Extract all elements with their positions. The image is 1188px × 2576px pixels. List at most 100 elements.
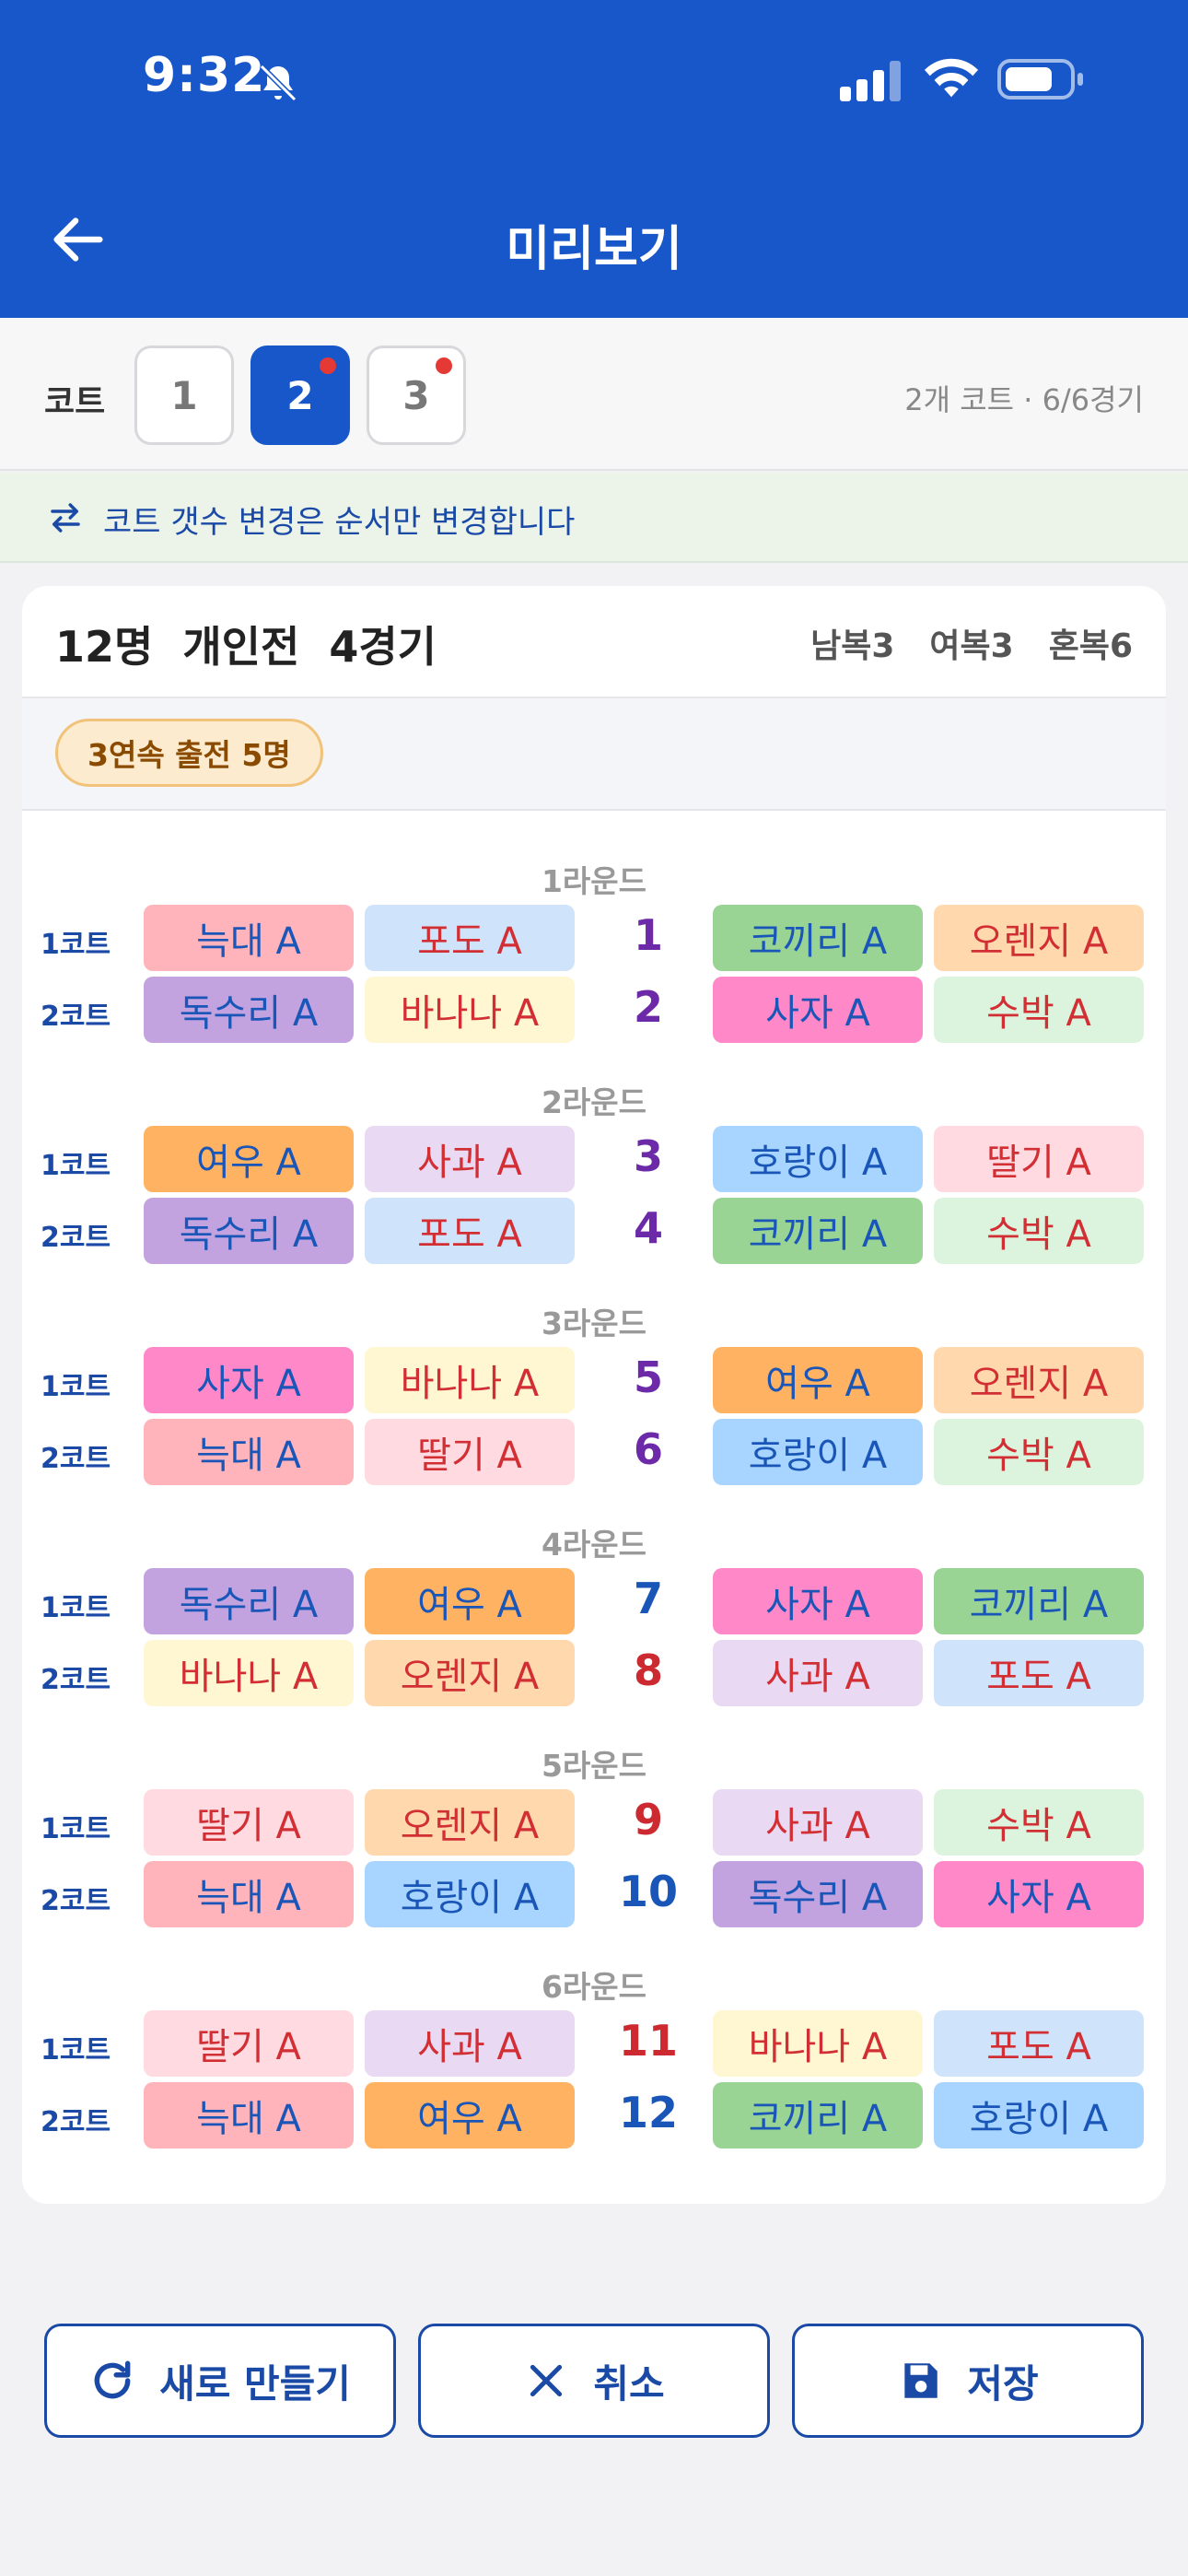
player-chip[interactable]: 수박 A (934, 1419, 1144, 1485)
player-chip[interactable]: 여우 A (713, 1347, 923, 1413)
match-court-label: 2코트 (41, 1664, 111, 1696)
player-chip[interactable]: 독수리 A (713, 1861, 923, 1927)
player-chip[interactable]: 사과 A (365, 1126, 575, 1192)
player-chip[interactable]: 여우 A (365, 1568, 575, 1634)
match-court-label: 1코트 (41, 2034, 111, 2067)
court-button-3[interactable]: 3 (367, 345, 466, 445)
regenerate-button[interactable]: 새로 만들기 (44, 2324, 396, 2438)
game-number: 10 (618, 1867, 678, 1916)
cancel-button[interactable]: 취소 (418, 2324, 770, 2438)
player-chip[interactable]: 호랑이 A (713, 1419, 923, 1485)
player-chip[interactable]: 늑대 A (144, 905, 354, 971)
player-chip[interactable]: 사자 A (144, 1347, 354, 1413)
refresh-icon (94, 2360, 131, 2399)
player-chip[interactable]: 사과 A (365, 2010, 575, 2077)
player-chip[interactable]: 사자 A (713, 977, 923, 1043)
player-chip[interactable]: 바나나 A (365, 977, 575, 1043)
player-chip[interactable]: 딸기 A (144, 1789, 354, 1856)
badge-row: 3연속 출전 5명 (22, 697, 1166, 811)
player-chip[interactable]: 호랑이 A (365, 1861, 575, 1927)
game-number: 8 (633, 1645, 663, 1695)
status-time: 9:32 (143, 48, 266, 103)
game-number: 7 (633, 1574, 663, 1623)
player-chip[interactable]: 독수리 A (144, 1568, 354, 1634)
player-chip[interactable]: 포도 A (934, 2010, 1144, 2077)
app-header: 9:32 미리보기 (0, 0, 1188, 318)
player-chip[interactable]: 수박 A (934, 1789, 1144, 1856)
swap-icon (51, 503, 80, 533)
round-title: 3라운드 (541, 1306, 647, 1341)
signal-icon (840, 61, 901, 101)
stat-mixed-doubles: 혼복6 (1048, 627, 1133, 665)
player-chip[interactable]: 코끼리 A (713, 2082, 923, 2149)
game-number: 5 (633, 1352, 663, 1402)
player-chip[interactable]: 오렌지 A (934, 905, 1144, 971)
court-label: 코트 (44, 383, 106, 421)
match-court-label: 2코트 (41, 2106, 111, 2138)
round-title: 5라운드 (541, 1748, 647, 1784)
regenerate-label: 새로 만들기 (159, 2360, 351, 2406)
game-number: 3 (633, 1131, 663, 1181)
stat-men-doubles: 남복3 (810, 627, 895, 665)
preview-card: 12명 개인전 4경기 남복3 여복3 혼복6 3연속 출전 5명 1라운드 1코… (22, 586, 1166, 2204)
player-chip[interactable]: 코끼리 A (713, 1198, 923, 1264)
player-chip[interactable]: 독수리 A (144, 977, 354, 1043)
player-chip[interactable]: 포도 A (365, 1198, 575, 1264)
wifi-icon (924, 58, 979, 98)
court-selector: 코트 1 2 3 2개 코트 · 6/6경기 (0, 318, 1188, 471)
player-chip[interactable]: 여우 A (365, 2082, 575, 2149)
save-button[interactable]: 저장 (792, 2324, 1144, 2438)
game-number: 6 (633, 1424, 663, 1474)
match-court-label: 2코트 (41, 1222, 111, 1254)
player-chip[interactable]: 오렌지 A (934, 1347, 1144, 1413)
cancel-label: 취소 (593, 2360, 665, 2406)
player-chip[interactable]: 호랑이 A (934, 2082, 1144, 2149)
match-court-label: 1코트 (41, 1371, 111, 1403)
court-button-label: 1 (170, 372, 198, 418)
round-title: 6라운드 (541, 1969, 647, 2005)
player-chip[interactable]: 포도 A (365, 905, 575, 971)
player-chip[interactable]: 독수리 A (144, 1198, 354, 1264)
player-chip[interactable]: 수박 A (934, 977, 1144, 1043)
player-chip[interactable]: 사자 A (934, 1861, 1144, 1927)
player-chip[interactable]: 오렌지 A (365, 1640, 575, 1706)
bell-off-icon (259, 64, 297, 102)
player-chip[interactable]: 포도 A (934, 1640, 1144, 1706)
match-court-label: 2코트 (41, 1001, 111, 1033)
game-number: 9 (633, 1795, 663, 1844)
court-button-1[interactable]: 1 (134, 345, 234, 445)
player-chip[interactable]: 늑대 A (144, 1419, 354, 1485)
match-court-label: 2코트 (41, 1443, 111, 1475)
player-chip[interactable]: 딸기 A (365, 1419, 575, 1485)
court-button-2[interactable]: 2 (250, 345, 350, 445)
player-chip[interactable]: 바나나 A (144, 1640, 354, 1706)
player-chip[interactable]: 수박 A (934, 1198, 1144, 1264)
game-number: 12 (618, 2088, 678, 2137)
player-chip[interactable]: 사과 A (713, 1789, 923, 1856)
page-title: 미리보기 (506, 222, 682, 277)
stat-women-doubles: 여복3 (929, 627, 1014, 665)
player-chip[interactable]: 사자 A (713, 1568, 923, 1634)
player-chip[interactable]: 딸기 A (934, 1126, 1144, 1192)
player-chip[interactable]: 호랑이 A (713, 1126, 923, 1192)
player-chip[interactable]: 바나나 A (713, 2010, 923, 2077)
notice-banner: 코트 갯수 변경은 순서만 변경합니다 (0, 473, 1188, 563)
player-chip[interactable]: 오렌지 A (365, 1789, 575, 1856)
court-alert-dot (436, 357, 452, 374)
match-court-label: 1코트 (41, 1150, 111, 1182)
save-icon (904, 2363, 938, 2398)
game-number: 4 (633, 1203, 663, 1253)
close-icon (530, 2364, 563, 2397)
player-chip[interactable]: 늑대 A (144, 2082, 354, 2149)
court-alert-dot (320, 357, 336, 374)
player-chip[interactable]: 코끼리 A (713, 905, 923, 971)
card-header: 12명 개인전 4경기 남복3 여복3 혼복6 (22, 586, 1166, 697)
player-chip[interactable]: 사과 A (713, 1640, 923, 1706)
player-chip[interactable]: 바나나 A (365, 1347, 575, 1413)
player-chip[interactable]: 딸기 A (144, 2010, 354, 2077)
player-chip[interactable]: 코끼리 A (934, 1568, 1144, 1634)
match-court-label: 1코트 (41, 1592, 111, 1624)
player-chip[interactable]: 여우 A (144, 1126, 354, 1192)
round-title: 2라운드 (541, 1084, 647, 1120)
player-chip[interactable]: 늑대 A (144, 1861, 354, 1927)
